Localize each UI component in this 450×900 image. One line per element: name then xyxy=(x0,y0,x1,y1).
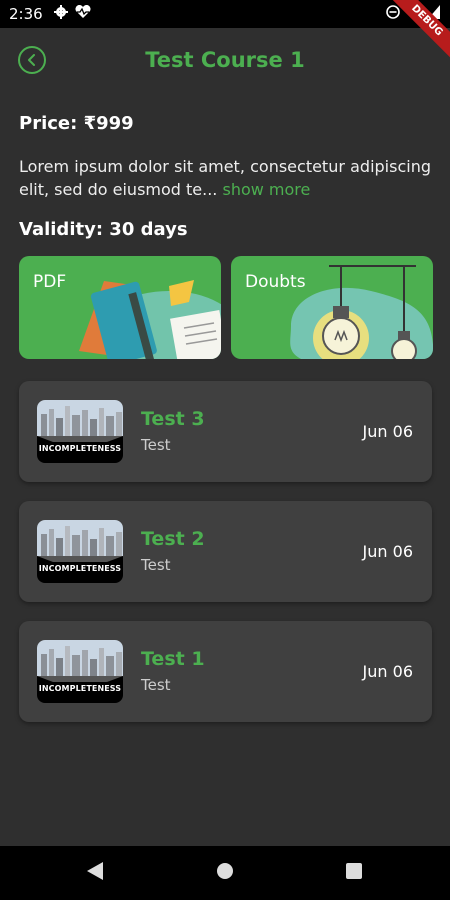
cityscape-icon xyxy=(37,640,123,682)
gear-icon xyxy=(54,5,68,23)
test-subtitle: Test xyxy=(141,436,171,454)
page-title: Test Course 1 xyxy=(145,48,305,72)
test-title: Test 2 xyxy=(141,528,205,550)
test-date: Jun 06 xyxy=(362,422,413,441)
test-subtitle: Test xyxy=(141,676,171,694)
nav-home-button[interactable] xyxy=(214,862,236,884)
test-thumbnail: INCOMPLETENESS xyxy=(37,520,123,583)
thumbnail-caption: INCOMPLETENESS xyxy=(38,444,122,453)
triangle-back-icon xyxy=(87,862,103,884)
square-recents-icon xyxy=(346,863,362,883)
cityscape-icon xyxy=(37,400,123,442)
course-description: Lorem ipsum dolor sit amet, consectetur … xyxy=(19,155,431,201)
nav-back-button[interactable] xyxy=(84,862,106,884)
course-price: Price: ₹999 xyxy=(19,113,134,134)
test-thumbnail: INCOMPLETENESS xyxy=(37,400,123,463)
test-thumbnail: INCOMPLETENESS xyxy=(37,640,123,703)
app-bar: Test Course 1 xyxy=(0,28,450,92)
test-date: Jun 06 xyxy=(362,662,413,681)
course-validity: Validity: 30 days xyxy=(19,219,188,240)
nav-recents-button[interactable] xyxy=(343,862,365,884)
heart-pulse-icon xyxy=(74,4,92,23)
pdf-tile-label: PDF xyxy=(33,272,67,292)
status-time: 2:36 xyxy=(9,5,43,23)
doubts-tile[interactable]: Doubts xyxy=(231,256,433,359)
test-card[interactable]: INCOMPLETENESS Test 2 Test Jun 06 xyxy=(19,501,432,602)
test-date: Jun 06 xyxy=(362,542,413,561)
test-title: Test 1 xyxy=(141,648,205,670)
test-card[interactable]: INCOMPLETENESS Test 3 Test Jun 06 xyxy=(19,381,432,482)
status-bar: 2:36 DEBUG xyxy=(0,0,450,61)
test-card[interactable]: INCOMPLETENESS Test 1 Test Jun 06 xyxy=(19,621,432,722)
show-more-link[interactable]: show more xyxy=(217,180,310,199)
test-subtitle: Test xyxy=(141,556,171,574)
do-not-disturb-icon xyxy=(386,5,400,23)
system-nav-bar xyxy=(0,846,450,900)
cityscape-icon xyxy=(37,520,123,562)
thumbnail-caption: INCOMPLETENESS xyxy=(38,564,122,573)
circle-home-icon xyxy=(216,862,234,884)
test-title: Test 3 xyxy=(141,408,205,430)
doubts-tile-label: Doubts xyxy=(245,272,306,292)
thumbnail-caption: INCOMPLETENESS xyxy=(38,684,122,693)
pdf-tile[interactable]: PDF xyxy=(19,256,221,359)
